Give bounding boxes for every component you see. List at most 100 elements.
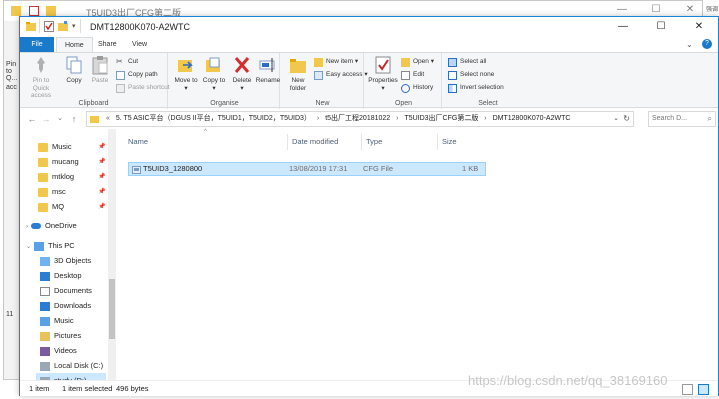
breadcrumb-item[interactable]: T5UID3出厂CFG第二版 bbox=[402, 112, 480, 126]
nav-item-onedrive[interactable]: › OneDrive bbox=[26, 218, 77, 233]
new-folder-icon[interactable] bbox=[58, 21, 68, 31]
chevron-down-icon[interactable]: ▾ bbox=[72, 22, 76, 30]
file-date: 13/08/2019 17:31 bbox=[289, 164, 348, 173]
copy-icon bbox=[66, 56, 82, 74]
breadcrumb-item[interactable]: t5出厂工程20181022 bbox=[323, 112, 392, 126]
nav-item-this-pc[interactable]: ⌄ This PC bbox=[26, 238, 75, 253]
pictures-icon bbox=[40, 331, 50, 341]
nav-item-mucang[interactable]: mucang bbox=[38, 154, 79, 169]
properties-icon[interactable] bbox=[44, 21, 54, 32]
nav-item-mtklog[interactable]: mtklog bbox=[38, 169, 74, 184]
column-header-type[interactable]: Type bbox=[362, 134, 438, 150]
nav-item-local-disk-c[interactable]: Local Disk (C:) bbox=[40, 358, 103, 373]
table-row[interactable]: T5UID3_1280800 13/08/2019 17:31 CFG File… bbox=[128, 162, 486, 176]
copy-button[interactable]: Copy bbox=[60, 55, 88, 85]
help-icon[interactable]: ? bbox=[702, 39, 712, 49]
nav-item-msc[interactable]: msc bbox=[38, 184, 66, 199]
move-to-button[interactable]: Move to ▾ bbox=[172, 55, 200, 92]
refresh-icon[interactable]: ↻ bbox=[623, 112, 630, 126]
close-icon[interactable]: ✕ bbox=[670, 4, 710, 15]
invert-selection-button[interactable]: Invert selection bbox=[448, 82, 504, 94]
chevron-right-icon[interactable]: › bbox=[394, 112, 400, 126]
breadcrumb-overflow[interactable]: « bbox=[104, 112, 112, 126]
collapse-ribbon-icon[interactable]: ⌄ bbox=[686, 40, 693, 49]
paste-icon bbox=[92, 56, 108, 75]
file-list: Name ^ Date modified Type Size T5UID3_12… bbox=[124, 129, 716, 381]
breadcrumb-item[interactable]: DMT12800K070-A2WTC bbox=[491, 112, 573, 126]
address-bar[interactable]: « 5. T5 ASIC平台（DGUS II平台，T5UID1，T5UID2，T… bbox=[86, 111, 634, 127]
easy-access-button[interactable]: Easy access ▾ bbox=[314, 69, 368, 81]
copy-path-label: Copy path bbox=[128, 71, 158, 78]
cut-button[interactable]: ✂ Cut bbox=[116, 56, 138, 68]
rename-button[interactable]: Rename bbox=[254, 55, 282, 85]
forward-arrow-icon[interactable]: → bbox=[40, 112, 52, 126]
organise-group-label: Organise bbox=[210, 100, 239, 107]
nav-label: Music bbox=[54, 316, 74, 325]
folder-icon bbox=[38, 202, 48, 212]
chevron-down-icon[interactable]: ⌄ bbox=[26, 244, 31, 250]
column-header-name[interactable]: Name bbox=[124, 134, 288, 150]
nav-label: 3D Objects bbox=[54, 256, 92, 265]
nav-item-music-pinned[interactable]: Music bbox=[38, 139, 72, 154]
details-view-icon[interactable] bbox=[682, 384, 693, 395]
nav-scrollbar[interactable] bbox=[108, 129, 116, 381]
delete-button[interactable]: Delete ▾ bbox=[228, 55, 256, 92]
up-arrow-icon[interactable]: ↑ bbox=[68, 112, 80, 126]
copy-to-button[interactable]: Copy to ▾ bbox=[200, 55, 228, 92]
tab-share[interactable]: Share bbox=[90, 37, 125, 52]
edit-button[interactable]: Edit bbox=[401, 69, 424, 81]
copy-path-button[interactable]: Copy path bbox=[116, 69, 158, 81]
pin-icon bbox=[37, 57, 45, 73]
breadcrumb-item[interactable]: 5. T5 ASIC平台（DGUS II平台，T5UID1，T5UID2，T5U… bbox=[114, 112, 313, 126]
column-header-size[interactable]: Size bbox=[438, 134, 484, 150]
chevron-right-icon[interactable]: › bbox=[315, 112, 321, 126]
chevron-right-icon[interactable]: › bbox=[26, 224, 28, 230]
nav-item-videos[interactable]: Videos bbox=[40, 343, 77, 358]
desktop-icon bbox=[40, 271, 50, 281]
nav-item-desktop[interactable]: Desktop bbox=[40, 268, 82, 283]
background-left-strip: Pin to Q... acc 11 bbox=[4, 21, 19, 379]
minimize-button[interactable]: — bbox=[604, 17, 642, 37]
nav-item-3d-objects[interactable]: 3D Objects bbox=[40, 253, 91, 268]
large-icons-view-icon[interactable] bbox=[698, 384, 709, 395]
column-header-date[interactable]: Date modified bbox=[288, 134, 362, 150]
file-name: T5UID3_1280800 bbox=[143, 164, 203, 173]
new-item-button[interactable]: New item ▾ bbox=[314, 56, 358, 68]
open-button[interactable]: Open ▾ bbox=[401, 56, 434, 68]
tab-file[interactable]: File bbox=[20, 37, 54, 52]
paste-button[interactable]: Paste bbox=[86, 55, 114, 85]
chevron-down-icon[interactable]: ⌄ bbox=[613, 112, 619, 126]
pin-icon: 📌 bbox=[98, 174, 106, 180]
divider bbox=[39, 19, 40, 33]
pin-quick-access-button[interactable]: Pin to Quick access bbox=[24, 55, 58, 100]
select-group: Select all Select none Invert selection … bbox=[444, 53, 532, 109]
download-icon bbox=[40, 301, 50, 311]
search-input[interactable]: Search D... ⌕ bbox=[648, 111, 716, 127]
organise-group: Move to ▾ Copy to ▾ Delete ▾ Rename Organis… bbox=[170, 53, 280, 109]
pin-icon: 📌 bbox=[98, 204, 106, 210]
history-button[interactable]: History bbox=[401, 82, 433, 94]
nav-item-music[interactable]: Music bbox=[40, 313, 74, 328]
3d-objects-icon bbox=[40, 256, 50, 266]
nav-item-documents[interactable]: Documents bbox=[40, 283, 92, 298]
chevron-down-icon[interactable]: ⌄ bbox=[54, 112, 66, 126]
paste-shortcut-button[interactable]: Paste shortcut bbox=[116, 82, 170, 94]
tab-view[interactable]: View bbox=[124, 37, 155, 52]
new-folder-button[interactable]: New folder bbox=[284, 55, 312, 92]
copy-path-icon bbox=[116, 71, 125, 80]
close-button[interactable]: ✕ bbox=[680, 17, 718, 37]
new-folder-icon bbox=[290, 59, 306, 73]
select-none-button[interactable]: Select none bbox=[448, 69, 494, 81]
back-arrow-icon[interactable]: ← bbox=[26, 112, 38, 126]
tab-home[interactable]: Home bbox=[56, 37, 93, 52]
chevron-right-icon[interactable]: › bbox=[482, 112, 488, 126]
new-group-label: New bbox=[315, 100, 330, 107]
scrollbar-thumb[interactable] bbox=[109, 279, 115, 339]
nav-item-pictures[interactable]: Pictures bbox=[40, 328, 81, 343]
delete-label: Delete bbox=[232, 77, 252, 84]
select-all-button[interactable]: Select all bbox=[448, 56, 486, 68]
properties-button[interactable]: Properties ▾ bbox=[368, 55, 398, 92]
nav-item-downloads[interactable]: Downloads bbox=[40, 298, 91, 313]
maximize-button[interactable]: ☐ bbox=[642, 17, 680, 37]
nav-item-mq[interactable]: MQ bbox=[38, 199, 64, 214]
